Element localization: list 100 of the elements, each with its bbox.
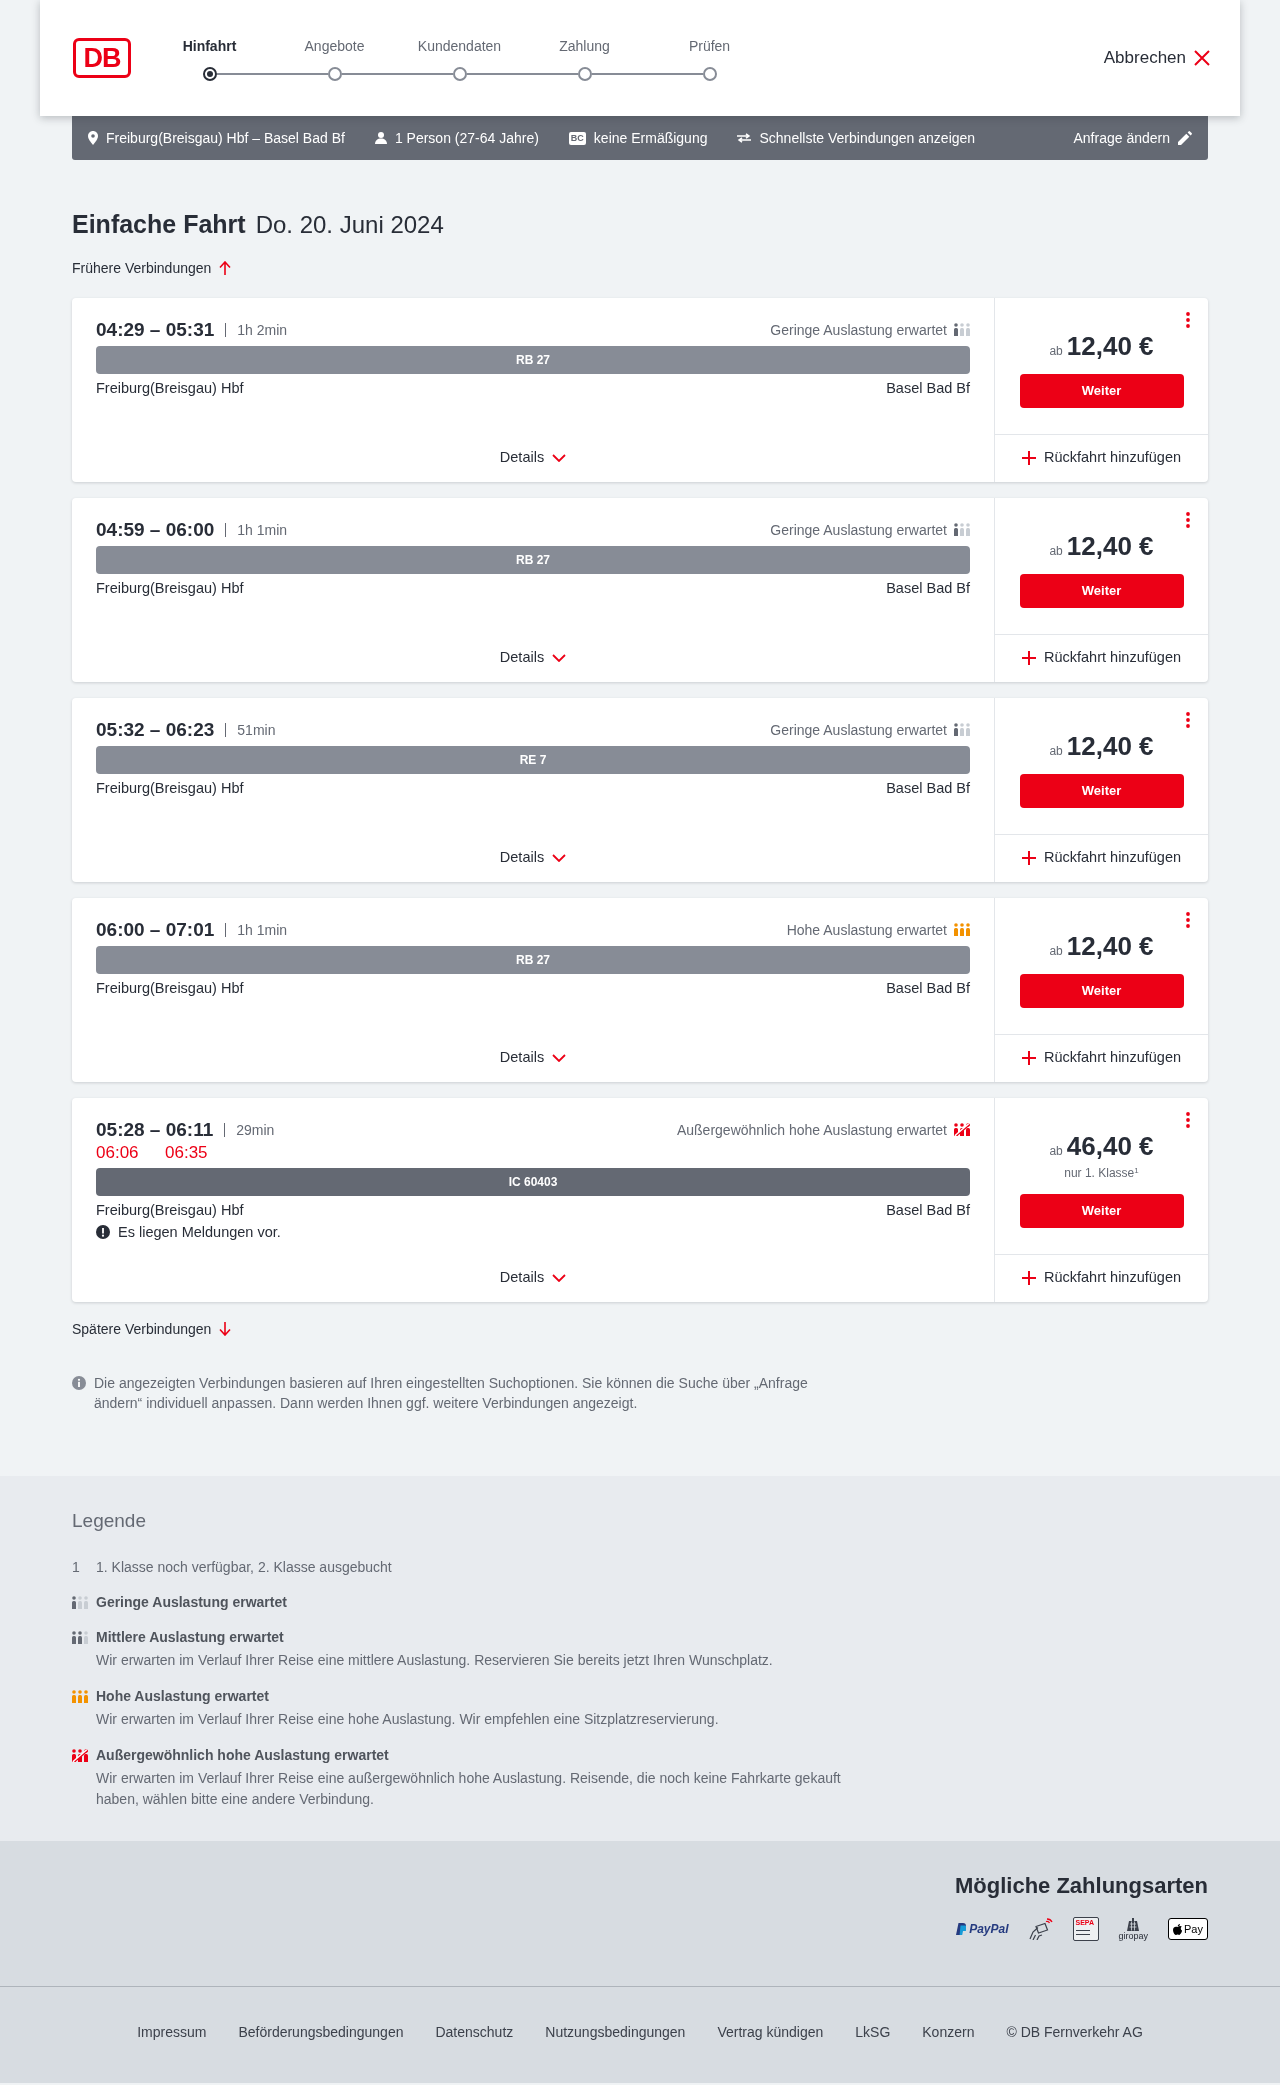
add-return-button[interactable]: Rückfahrt hinzufügen: [1022, 847, 1181, 869]
footnote-text: 1. Klasse noch verfügbar, 2. Klasse ausgebucht: [96, 1558, 392, 1577]
footer-link[interactable]: LkSG: [855, 2022, 891, 2042]
trip-duration: 1h 2min: [237, 320, 288, 340]
add-return-button[interactable]: Rückfahrt hinzufügen: [1022, 1047, 1181, 1069]
legend-item-title: Mittlere Auslastung erwartet: [96, 1628, 284, 1647]
footer-link[interactable]: Impressum: [137, 2022, 207, 2042]
continue-button[interactable]: Weiter: [1019, 573, 1184, 608]
logo[interactable]: DB: [73, 38, 131, 78]
price-prefix: ab: [1049, 743, 1063, 758]
details-toggle[interactable]: Details: [499, 446, 567, 469]
legend-item-description: Wir erwarten im Verlauf Ihrer Reise eine hohe Auslastung. Wir empfehlen eine Sitzplatzreservierung.: [96, 1710, 720, 1729]
grid-tower-icon: [1126, 1917, 1141, 1931]
close-icon: [1194, 50, 1210, 66]
footer-link[interactable]: Datenschutz: [435, 2022, 514, 2042]
arrow-down-icon: [219, 1321, 232, 1336]
continue-button[interactable]: Weiter: [1019, 973, 1184, 1008]
train-bar[interactable]: IC 60403: [96, 1167, 970, 1196]
kebab-menu-icon[interactable]: [1186, 311, 1190, 328]
price-amount: 12,40 €: [1066, 329, 1154, 362]
price-amount: 12,40 €: [1066, 529, 1154, 562]
earlier-connections-link[interactable]: Frühere Verbindungen: [72, 258, 232, 278]
step-label: Prüfen: [687, 36, 732, 56]
price-amount: 12,40 €: [1066, 729, 1154, 762]
legend-title: Legende: [72, 1509, 147, 1533]
step-label: Kundendaten: [416, 36, 503, 56]
departure-arrival-times: 06:00 – 07:01: [96, 917, 215, 942]
departure-station: Freiburg(Breisgau) Hbf: [96, 578, 244, 598]
departure-arrival-times: 04:59 – 06:00: [96, 517, 215, 542]
arrival-station: Basel Bad Bf: [886, 1200, 970, 1220]
price-amount: 12,40 €: [1066, 929, 1154, 962]
chevron-down-icon: [552, 453, 567, 462]
footnote-marker: 1: [72, 1558, 81, 1577]
arrival-station: Basel Bad Bf: [886, 778, 970, 798]
occupancy-text: Geringe Auslastung erwartet: [770, 320, 947, 340]
later-connections-link[interactable]: Spätere Verbindungen: [72, 1318, 232, 1339]
arrival-station: Basel Bad Bf: [886, 978, 970, 998]
legend-item-title: Außergewöhnlich hohe Auslastung erwartet: [96, 1746, 389, 1765]
details-toggle[interactable]: Details: [499, 846, 567, 869]
legend-item-title: Geringe Auslastung erwartet: [96, 1593, 287, 1612]
summary-text: keine Ermäßigung: [593, 128, 708, 148]
chevron-down-icon: [552, 1053, 567, 1062]
departure-arrival-times: 05:32 – 06:23: [96, 717, 215, 742]
pencil-icon[interactable]: [1178, 131, 1192, 145]
price-prefix: ab: [1049, 1143, 1063, 1158]
occupancy-text: Geringe Auslastung erwartet: [770, 720, 947, 740]
payment-label: giropay: [1118, 1930, 1149, 1941]
price-prefix: ab: [1049, 543, 1063, 558]
occupancy-text: Hohe Auslastung erwartet: [786, 920, 947, 940]
details-toggle[interactable]: Details: [499, 1266, 567, 1289]
kebab-menu-icon[interactable]: [1186, 711, 1190, 728]
price-prefix: ab: [1049, 943, 1063, 958]
footer-link[interactable]: Beförderungsbedingungen: [238, 2022, 404, 2042]
kebab-menu-icon[interactable]: [1186, 1111, 1190, 1128]
departure-station: Freiburg(Breisgau) Hbf: [96, 978, 244, 998]
kebab-menu-icon[interactable]: [1186, 911, 1190, 928]
kebab-menu-icon[interactable]: [1186, 511, 1190, 528]
location-pin-icon: [88, 131, 98, 145]
add-return-button[interactable]: Rückfahrt hinzufügen: [1022, 447, 1181, 469]
continue-button[interactable]: Weiter: [1019, 773, 1184, 808]
departure-station: Freiburg(Breisgau) Hbf: [96, 778, 244, 798]
logo-mark-icon: [956, 1923, 967, 1935]
hand-card-icon: [1028, 1918, 1053, 1940]
continue-button[interactable]: Weiter: [1019, 373, 1184, 408]
travel-date: Do. 20. Juni 2024: [255, 210, 444, 240]
footer-link[interactable]: Vertrag kündigen: [717, 2022, 824, 2042]
person-icon: [374, 132, 387, 144]
plus-icon: [1022, 1051, 1036, 1065]
footer-link[interactable]: Nutzungsbedingungen: [545, 2022, 686, 2042]
edit-request-button[interactable]: Anfrage ändern: [1073, 127, 1192, 149]
notice-text: Es liegen Meldungen vor.: [118, 1222, 281, 1242]
chevron-down-icon: [552, 853, 567, 862]
departure-station: Freiburg(Breisgau) Hbf: [96, 378, 244, 398]
footer-link[interactable]: Konzern: [922, 2022, 975, 2042]
legend-item-description: Wir erwarten im Verlauf Ihrer Reise eine außergewöhnlich hohe Auslastung. Reisende, die noch keine Fahrkarte gekauft haben, wählen bitte eine andere Verbindung.: [96, 1769, 842, 1809]
summary-text: Freiburg(Breisgau) Hbf – Basel Bad Bf: [106, 128, 345, 148]
plus-icon: [1022, 851, 1036, 865]
footer-link[interactable]: © DB Fernverkehr AG: [1006, 2022, 1143, 2042]
summary-text: 1 Person (27-64 Jahre): [394, 128, 539, 148]
continue-button[interactable]: Weiter: [1019, 1193, 1184, 1228]
occupancy-text: Geringe Auslastung erwartet: [770, 520, 947, 540]
realtime-arrival: 06:35: [165, 1141, 208, 1164]
departure-arrival-times: 04:29 – 05:31: [96, 317, 215, 342]
payment-title: Mögliche Zahlungsarten: [953, 1872, 1208, 1900]
apple-icon: [1173, 1923, 1183, 1935]
summary-text: Schnellste Verbindungen anzeigen: [759, 128, 976, 148]
occupancy-text: Außergewöhnlich hohe Auslastung erwartet: [676, 1120, 947, 1140]
exclamation-circle-icon: [96, 1224, 110, 1239]
plus-icon: [1022, 451, 1036, 465]
plus-icon: [1022, 1271, 1036, 1285]
step-label: Hinfahrt: [181, 36, 238, 56]
trip-duration: 29min: [236, 1120, 275, 1140]
trip-duration: 1h 1min: [237, 520, 288, 540]
realtime-departure: 06:06: [96, 1141, 140, 1164]
trip-duration: 1h 1min: [237, 920, 288, 940]
details-toggle[interactable]: Details: [499, 1046, 567, 1069]
add-return-button[interactable]: Rückfahrt hinzufügen: [1022, 647, 1181, 669]
add-return-button[interactable]: Rückfahrt hinzufügen: [1022, 1267, 1181, 1289]
cancel-button[interactable]: Abbrechen: [1103, 45, 1210, 71]
details-toggle[interactable]: Details: [499, 646, 567, 669]
